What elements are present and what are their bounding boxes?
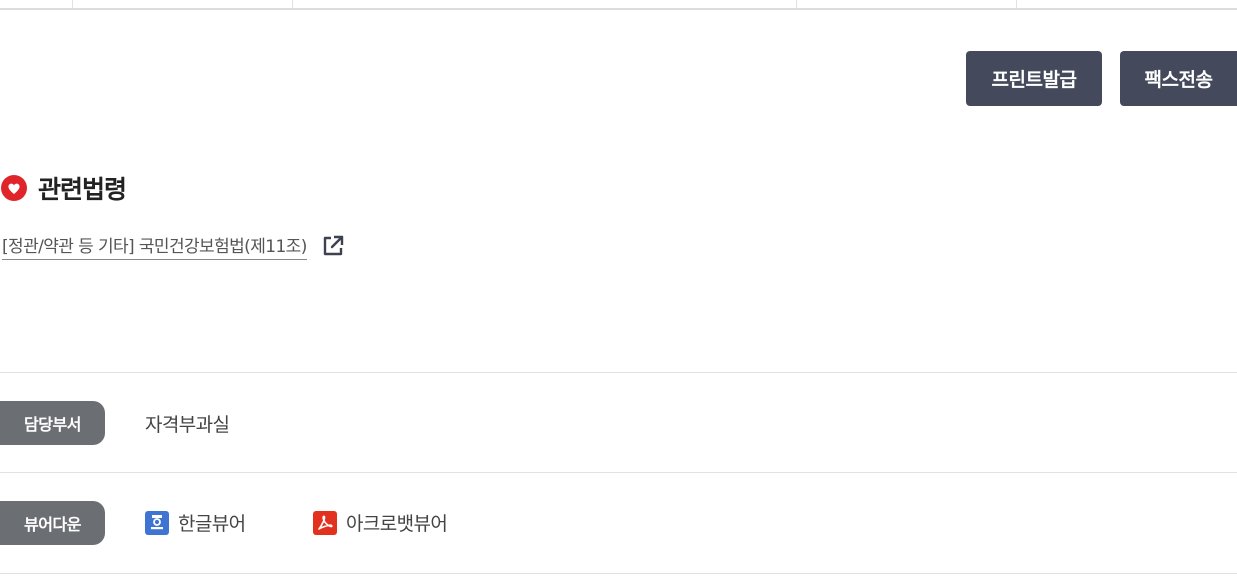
hwp-viewer-link[interactable]: 한글뷰어	[145, 509, 246, 536]
row-divider	[0, 372, 1237, 373]
related-law-heading: 관련법령	[0, 168, 127, 208]
department-label: 담당부서	[0, 401, 105, 445]
viewer-download-label: 뷰어다운	[0, 501, 105, 545]
table-column-divider	[1016, 0, 1017, 8]
row-divider	[0, 472, 1237, 473]
table-column-divider	[796, 0, 797, 8]
related-law-link[interactable]: [정관/약관 등 기타] 국민건강보험법(제11조)	[2, 232, 307, 260]
table-column-divider	[72, 0, 73, 8]
acrobat-viewer-link[interactable]: 아크로뱃뷰어	[313, 509, 448, 536]
acrobat-viewer-icon	[313, 510, 337, 535]
related-law-link-row: [정관/약관 등 기타] 국민건강보험법(제11조)	[2, 232, 345, 260]
table-bottom-edge	[0, 0, 1237, 10]
page: 프린트발급 팩스전송 관련법령 [정관/약관 등 기타] 국민건강보험법(제11…	[0, 0, 1237, 580]
heart-bullet-icon	[0, 174, 28, 202]
department-value: 자격부과실	[145, 414, 230, 436]
section-title: 관련법령	[38, 175, 127, 204]
acrobat-viewer-label: 아크로뱃뷰어	[346, 513, 448, 535]
row-divider	[0, 573, 1237, 574]
hwp-viewer-icon	[145, 510, 169, 535]
fax-send-button[interactable]: 팩스전송	[1120, 51, 1237, 106]
hwp-viewer-label: 한글뷰어	[178, 513, 246, 535]
print-issue-button[interactable]: 프린트발급	[966, 51, 1102, 106]
external-link-icon[interactable]	[321, 234, 345, 258]
table-column-divider	[292, 0, 293, 8]
